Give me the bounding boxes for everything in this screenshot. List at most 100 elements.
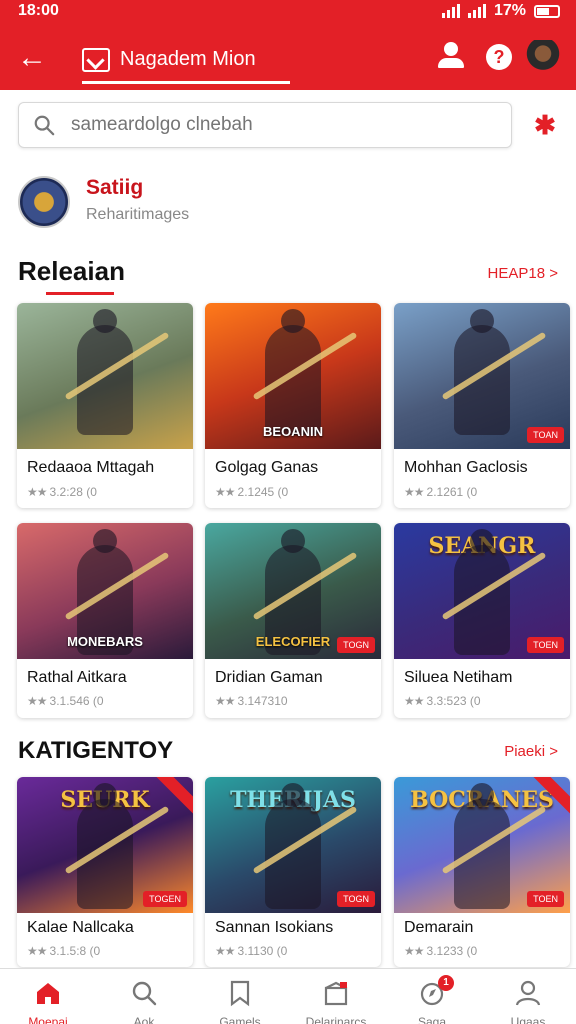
- nav-label: Ugaas: [510, 1015, 546, 1024]
- star-icon: ★★: [404, 694, 424, 708]
- filter-icon[interactable]: ✱: [530, 110, 560, 140]
- signal-icon: [441, 4, 460, 18]
- app-logo-icon: [82, 47, 110, 72]
- signal-icon: [467, 4, 486, 18]
- bottom-navigation: Moepai Aok Gamels Delarinarcs 1 Saga Uga…: [0, 968, 576, 1024]
- star-icon: ★★: [215, 485, 235, 499]
- battery-icon: [534, 4, 560, 18]
- notification-badge: 1: [438, 975, 454, 991]
- game-rating: ★★ 3.147310: [215, 694, 288, 708]
- star-icon: ★★: [27, 694, 47, 708]
- nav-label: Gamels: [219, 1015, 261, 1024]
- game-rating: ★★ 2.1245 (0: [215, 485, 289, 499]
- genre-tag: TOGN: [337, 891, 375, 907]
- help-icon[interactable]: ?: [482, 40, 516, 74]
- app-title: Nagadem Mion: [120, 48, 256, 70]
- battery-percent: 17%: [493, 2, 526, 19]
- see-all-link[interactable]: Piaeki >: [504, 743, 558, 760]
- nav-label: Aok: [133, 1015, 155, 1024]
- game-art-title: MONEBARS: [67, 634, 143, 649]
- genre-tag: TOGN: [337, 637, 375, 653]
- game-title: Kalae Nallcaka: [27, 919, 134, 936]
- see-all-link[interactable]: HEAP18 >: [488, 265, 558, 282]
- profile-row[interactable]: Satiig Reharitimages: [18, 170, 538, 234]
- game-thumbnail: BEOANIN: [205, 303, 381, 449]
- game-card[interactable]: THERIJAS TOGN Sannan Isokians ★★3.1130 (…: [205, 777, 381, 967]
- game-thumbnail: SEURK TOGEN: [17, 777, 193, 913]
- game-title: Demarain: [404, 919, 474, 936]
- nav-item-games[interactable]: Gamels: [192, 969, 288, 1024]
- star-icon: ★★: [27, 944, 47, 958]
- app-header: 18:00 17% ← Nagadem Mion ?: [0, 0, 576, 90]
- game-title: Dridian Gaman: [215, 669, 323, 686]
- game-title: Golgag Ganas: [215, 459, 319, 476]
- profile-subtitle: Reharitimages: [86, 206, 190, 223]
- avatar[interactable]: [526, 40, 560, 74]
- game-title: Redaaoa Mttagah: [27, 459, 155, 476]
- app-screen: 18:00 17% ← Nagadem Mion ? ✱ Satiig Reha…: [0, 0, 576, 1024]
- profile-badge-icon: [18, 176, 70, 228]
- star-icon: ★★: [215, 944, 235, 958]
- nav-label: Delarinarcs: [305, 1015, 367, 1024]
- profile-icon: [515, 980, 541, 1006]
- nav-label: Moepai: [28, 1015, 68, 1024]
- genre-tag: TOAN: [527, 427, 564, 443]
- game-rating: ★★ 3.2:28 (0: [27, 485, 97, 499]
- game-thumbnail: THERIJAS TOGN: [205, 777, 381, 913]
- search-icon: [34, 115, 55, 136]
- home-icon: [37, 983, 59, 1004]
- nav-item-saga[interactable]: 1 Saga: [384, 969, 480, 1024]
- game-card[interactable]: SEURK TOGEN Kalae Nallcaka ★★3.1.5:8 (0: [17, 777, 193, 967]
- game-rating: ★★ 3.1.546 (0: [27, 694, 104, 708]
- game-rating: ★★ 3.1233 (0: [404, 944, 478, 958]
- game-card[interactable]: MONEBARS Rathal Aitkara ★★ 3.1.546 (0: [17, 523, 193, 718]
- game-card[interactable]: ELECOFIER TOGN Dridian Gaman ★★ 3.147310: [205, 523, 381, 718]
- status-time: 18:00: [18, 2, 59, 19]
- nav-item-home[interactable]: Moepai: [0, 969, 96, 1024]
- section-underline: [46, 292, 114, 295]
- nav-item-deliveries[interactable]: Delarinarcs: [288, 969, 384, 1024]
- game-thumbnail: SEANGR TOEN: [394, 523, 570, 659]
- user-icon[interactable]: [434, 40, 468, 74]
- game-card[interactable]: TOAN Mohhan Gaclosis ★★ 2.1261 (0: [394, 303, 570, 508]
- game-card[interactable]: BEOANIN Golgag Ganas ★★ 2.1245 (0: [205, 303, 381, 508]
- game-title: Sannan Isokians: [215, 919, 334, 936]
- star-icon: ★★: [27, 485, 47, 499]
- game-rating: ★★ 3.1.5:8 (0: [27, 944, 101, 958]
- star-icon: ★★: [404, 944, 424, 958]
- game-title: Rathal Aitkara: [27, 669, 127, 686]
- star-icon: ★★: [215, 694, 235, 708]
- section-title: Releaian: [18, 256, 125, 286]
- game-thumbnail: BOCRANES TOEN: [394, 777, 570, 913]
- game-title: Siluea Netiham: [404, 669, 513, 686]
- star-icon: ★★: [404, 485, 424, 499]
- game-art-title: BEOANIN: [263, 424, 323, 439]
- status-indicators: 17%: [441, 2, 560, 20]
- genre-tag: TOEN: [527, 637, 564, 653]
- box-icon: [324, 981, 348, 1006]
- app-title-tab[interactable]: Nagadem Mion: [82, 38, 290, 84]
- game-rating: ★★ 3.1130 (0: [215, 944, 288, 958]
- back-button[interactable]: ←: [14, 40, 50, 76]
- section-title: KATIGENTOY: [18, 737, 174, 764]
- game-card[interactable]: Redaaoa Mttagah ★★ 3.2:28 (0: [17, 303, 193, 508]
- game-card[interactable]: BOCRANES TOEN Demarain ★★3.1233 (0: [394, 777, 570, 967]
- search-bar: [18, 102, 512, 148]
- nav-label: Saga: [417, 1015, 447, 1024]
- search-icon: [132, 981, 157, 1006]
- game-rating: ★★ 3.3:523 (0: [404, 694, 481, 708]
- game-card[interactable]: SEANGR TOEN Siluea Netiham ★★3.3:523 (0: [394, 523, 570, 718]
- status-bar: 18:00 17%: [0, 0, 576, 24]
- game-thumbnail: MONEBARS: [17, 523, 193, 659]
- nav-item-users[interactable]: Ugaas: [480, 969, 576, 1024]
- game-rating: ★★ 2.1261 (0: [404, 485, 478, 499]
- game-thumbnail: ELECOFIER TOGN: [205, 523, 381, 659]
- search-input[interactable]: [71, 109, 501, 141]
- game-thumbnail: [17, 303, 193, 449]
- genre-tag: TOEN: [527, 891, 564, 907]
- genre-tag: TOGEN: [143, 891, 187, 907]
- nav-item-search[interactable]: Aok: [96, 969, 192, 1024]
- bookmark-icon: [230, 980, 250, 1007]
- game-title: Mohhan Gaclosis: [404, 459, 528, 476]
- game-thumbnail: TOAN: [394, 303, 570, 449]
